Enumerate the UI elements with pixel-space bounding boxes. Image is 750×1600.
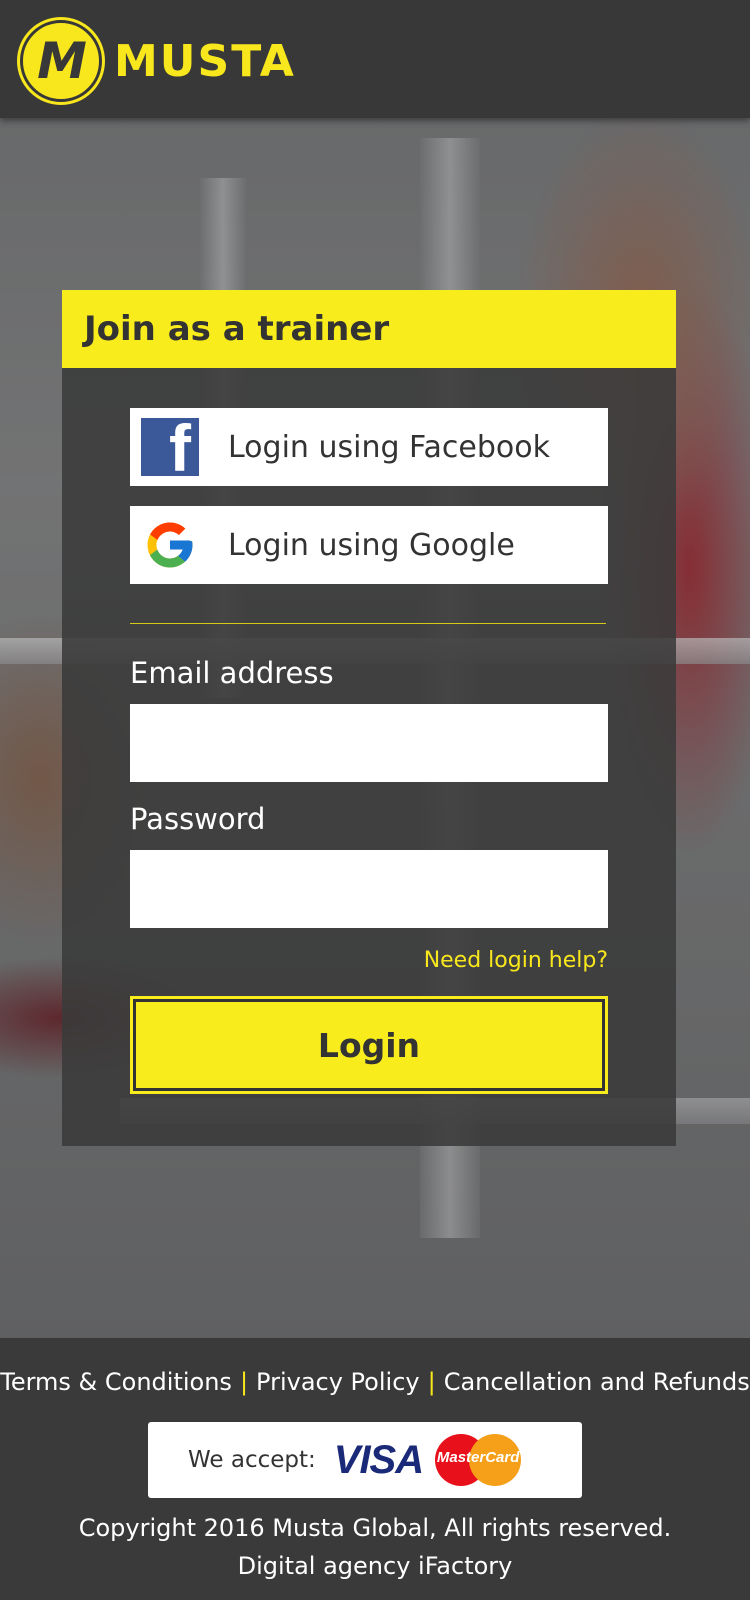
payment-methods-box: We accept: VISA MasterCard [148,1422,582,1498]
musta-logo[interactable]: M MUSTA [20,20,296,102]
footer-separator: | [427,1368,436,1396]
facebook-icon: f [141,418,199,476]
logo-emblem-icon: M [20,20,102,102]
footer-separator: | [239,1368,249,1396]
facebook-login-button[interactable]: f Login using Facebook [130,408,608,486]
footer-links: Terms & Conditions | Privacy Policy | Cancel… [0,1368,750,1396]
mastercard-logo-icon: MasterCard [435,1434,522,1486]
login-help-link[interactable]: Need login help? [424,948,608,973]
trainer-login-card: Join as a trainer f Login using Facebook… [62,290,676,1146]
privacy-link[interactable]: Privacy Policy [256,1368,420,1396]
we-accept-label: We accept: [188,1447,316,1473]
footer: Terms & Conditions | Privacy Policy | Cancel… [0,1338,750,1600]
copyright-text: Copyright 2016 Musta Global, All rights … [78,1514,672,1542]
google-login-button[interactable]: Login using Google [130,506,608,584]
header-bar: M MUSTA [0,0,750,118]
logo-wordmark: MUSTA [114,35,296,87]
visa-logo-icon: VISA [333,1437,424,1482]
facebook-login-label: Login using Facebook [228,429,551,465]
login-button[interactable]: Login [130,996,608,1094]
terms-link[interactable]: Terms & Conditions [0,1368,232,1396]
card-header: Join as a trainer [62,290,676,368]
logo-letter: M [37,32,87,90]
google-icon [147,522,193,568]
section-divider [130,623,606,624]
password-field[interactable] [130,850,608,928]
email-label: Email address [130,656,334,690]
password-label: Password [130,802,266,836]
login-button-label: Login [317,1025,421,1065]
email-field[interactable] [130,704,608,782]
agency-credit-link[interactable]: Digital agency iFactory [0,1552,750,1580]
refunds-link[interactable]: Cancellation and Refunds [444,1368,750,1396]
google-login-label: Login using Google [228,527,515,563]
card-title: Join as a trainer [84,309,390,349]
